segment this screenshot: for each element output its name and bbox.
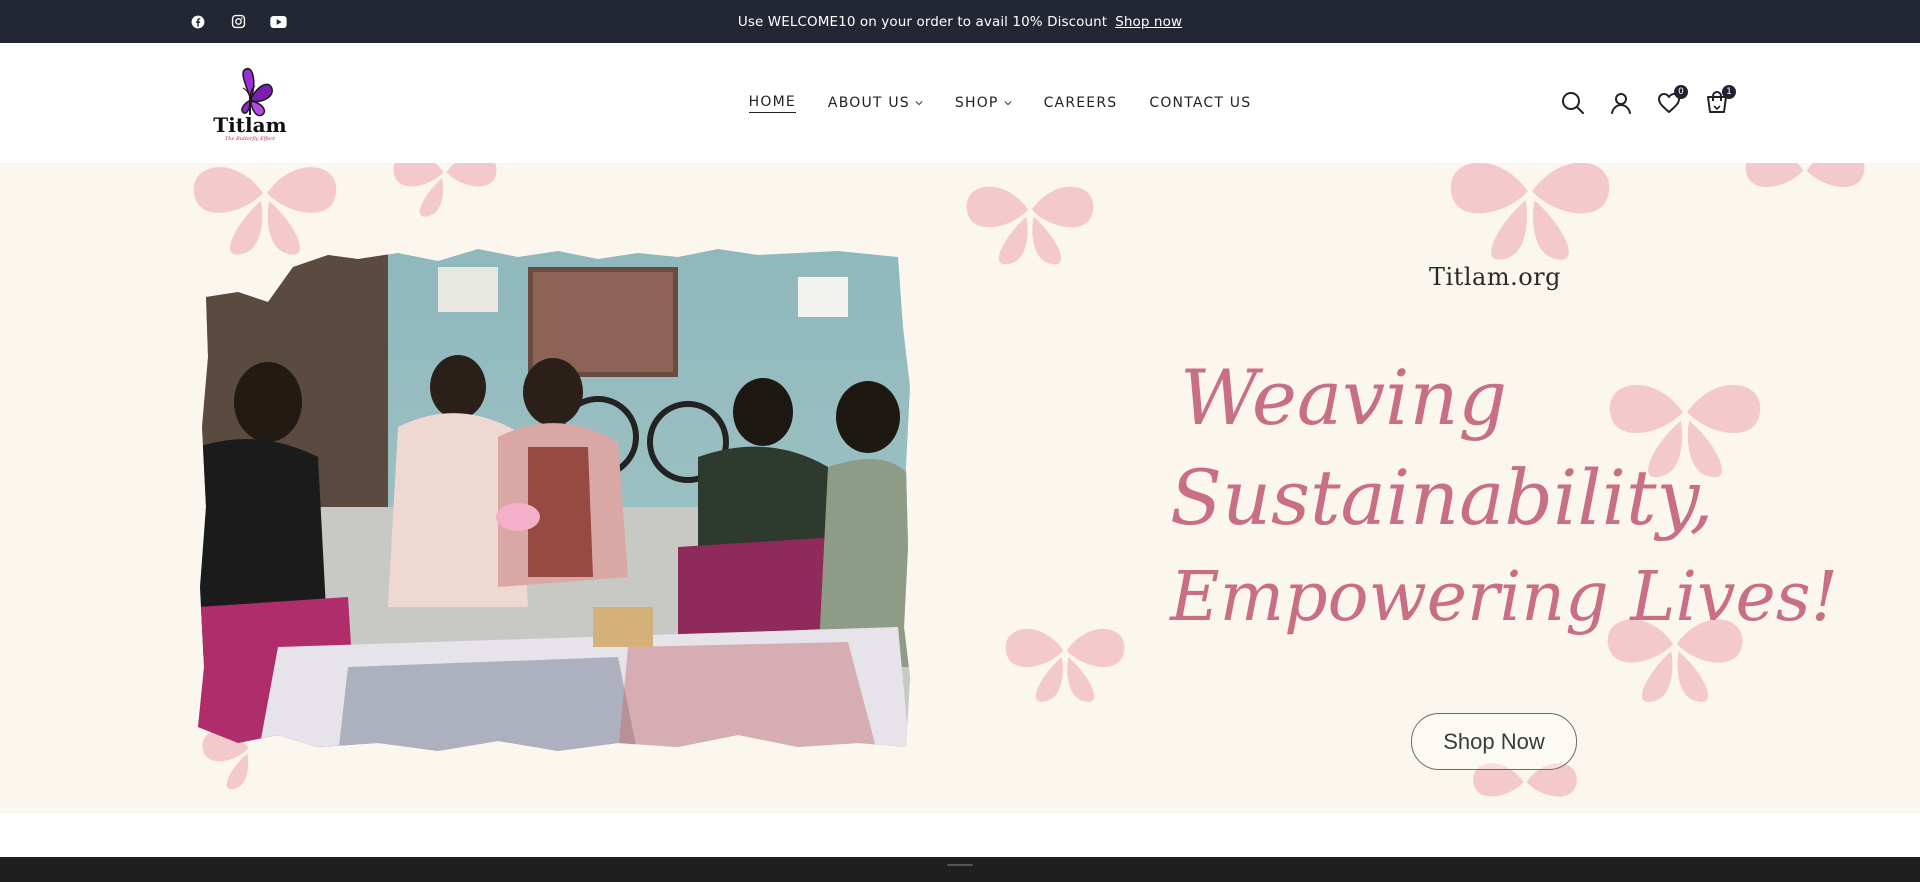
- hero-headline: Weaving Sustainability, Empowering Lives…: [1160, 348, 1920, 648]
- wishlist-count-badge: 0: [1674, 85, 1688, 99]
- nav-shop-label: SHOP: [954, 95, 999, 111]
- account-icon[interactable]: [1608, 90, 1634, 116]
- nav-careers[interactable]: CAREERS: [1028, 88, 1134, 118]
- nav-about-us[interactable]: ABOUT US: [812, 88, 939, 118]
- nav-shop[interactable]: SHOP: [939, 88, 1028, 118]
- hero-headline-line-2: Sustainability,: [1170, 453, 1714, 542]
- site-header: Titlam The Butterfly Effect HOME ABOUT U…: [0, 43, 1920, 163]
- nav-contact-us-label: CONTACT US: [1149, 95, 1252, 111]
- nav-careers-label: CAREERS: [1043, 95, 1118, 111]
- hero-brand: Titlam.org: [1429, 263, 1561, 291]
- nav-home-label: HOME: [748, 94, 796, 113]
- wishlist-icon[interactable]: 0: [1656, 85, 1688, 116]
- butterfly-decoration-icon: [1745, 163, 1865, 187]
- hero-headline-line-3: Empowering Lives!: [1170, 558, 1839, 637]
- cart-count-badge: 1: [1722, 85, 1736, 99]
- cart-icon[interactable]: 1: [1704, 85, 1736, 116]
- announcement-text: Use WELCOME10 on your order to avail 10%…: [737, 13, 1108, 30]
- announcement: Use WELCOME10 on your order to avail 10%…: [0, 0, 1920, 43]
- butterfly-decoration-icon: [966, 186, 1094, 265]
- announcement-bar: Use WELCOME10 on your order to avail 10%…: [0, 0, 1920, 43]
- hero-headline-line-1: Weaving: [1180, 353, 1508, 442]
- chevron-down-icon: [915, 101, 923, 106]
- nav-contact-us[interactable]: CONTACT US: [1133, 88, 1267, 118]
- nav-home[interactable]: HOME: [733, 88, 812, 118]
- chevron-down-icon: [1004, 101, 1012, 106]
- drag-handle[interactable]: [947, 864, 973, 866]
- bottom-bar: [0, 857, 1920, 882]
- butterfly-decoration-icon: [1005, 628, 1125, 702]
- hero-photo: [198, 249, 910, 751]
- shop-now-button[interactable]: Shop Now: [1411, 713, 1577, 770]
- search-icon[interactable]: [1560, 90, 1586, 116]
- butterfly-decoration-icon: [1450, 163, 1610, 260]
- butterfly-decoration-icon: [393, 163, 497, 217]
- nav-about-us-label: ABOUT US: [827, 95, 910, 111]
- hero-banner: Titlam.org Weaving Sustainability, Empow…: [0, 163, 1920, 813]
- shop-now-link[interactable]: Shop now: [1115, 14, 1182, 30]
